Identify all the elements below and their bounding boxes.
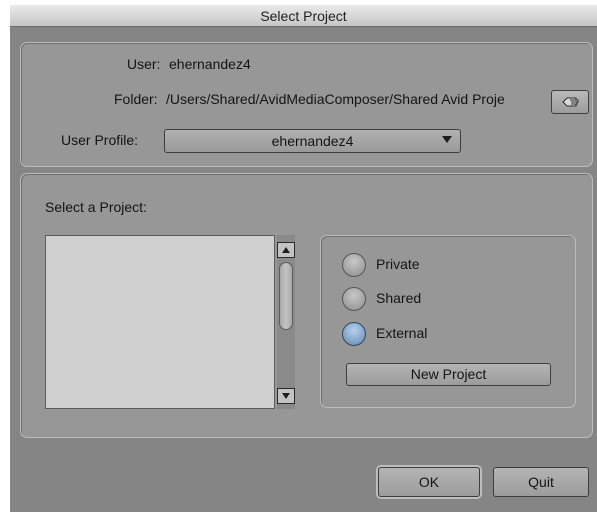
ok-button[interactable]: OK: [378, 467, 480, 497]
user-profile-dropdown[interactable]: ehernandez4: [164, 129, 461, 153]
folder-label: Folder:: [114, 91, 158, 107]
radio-shared-label: Shared: [376, 290, 422, 306]
quit-button[interactable]: Quit: [493, 467, 589, 497]
project-panel: Select a Project: Private Shared Externa…: [20, 173, 593, 438]
project-list[interactable]: [45, 235, 275, 409]
radio-private-label: Private: [376, 256, 420, 272]
new-project-button[interactable]: New Project: [346, 363, 551, 386]
radio-shared[interactable]: [342, 287, 366, 311]
arrow-up-icon: [282, 247, 290, 253]
select-project-heading: Select a Project:: [45, 199, 147, 215]
pointing-hand-icon: [562, 97, 579, 107]
scroll-thumb[interactable]: [279, 262, 293, 330]
window-title: Select Project: [10, 5, 597, 27]
user-value: ehernandez4: [169, 56, 251, 72]
scroll-up-button[interactable]: [277, 242, 295, 258]
chevron-down-icon: [442, 136, 452, 143]
profile-label: User Profile:: [61, 132, 139, 148]
user-info-panel: User: ehernandez4 Folder: /Users/Shared/…: [20, 42, 593, 167]
radio-private[interactable]: [342, 253, 366, 277]
radio-external-label: External: [376, 325, 428, 341]
radio-external[interactable]: [342, 322, 366, 346]
user-profile-selected: ehernandez4: [271, 133, 354, 149]
scroll-down-button[interactable]: [277, 388, 295, 404]
select-project-dialog: Select Project User: ehernandez4 Folder:…: [10, 5, 597, 512]
folder-path: /Users/Shared/AvidMediaComposer/Shared A…: [166, 91, 505, 107]
user-label: User:: [127, 56, 161, 72]
arrow-down-icon: [282, 393, 290, 399]
folder-browse-button[interactable]: [551, 90, 589, 114]
project-location-group: Private Shared External New Project: [320, 235, 576, 408]
